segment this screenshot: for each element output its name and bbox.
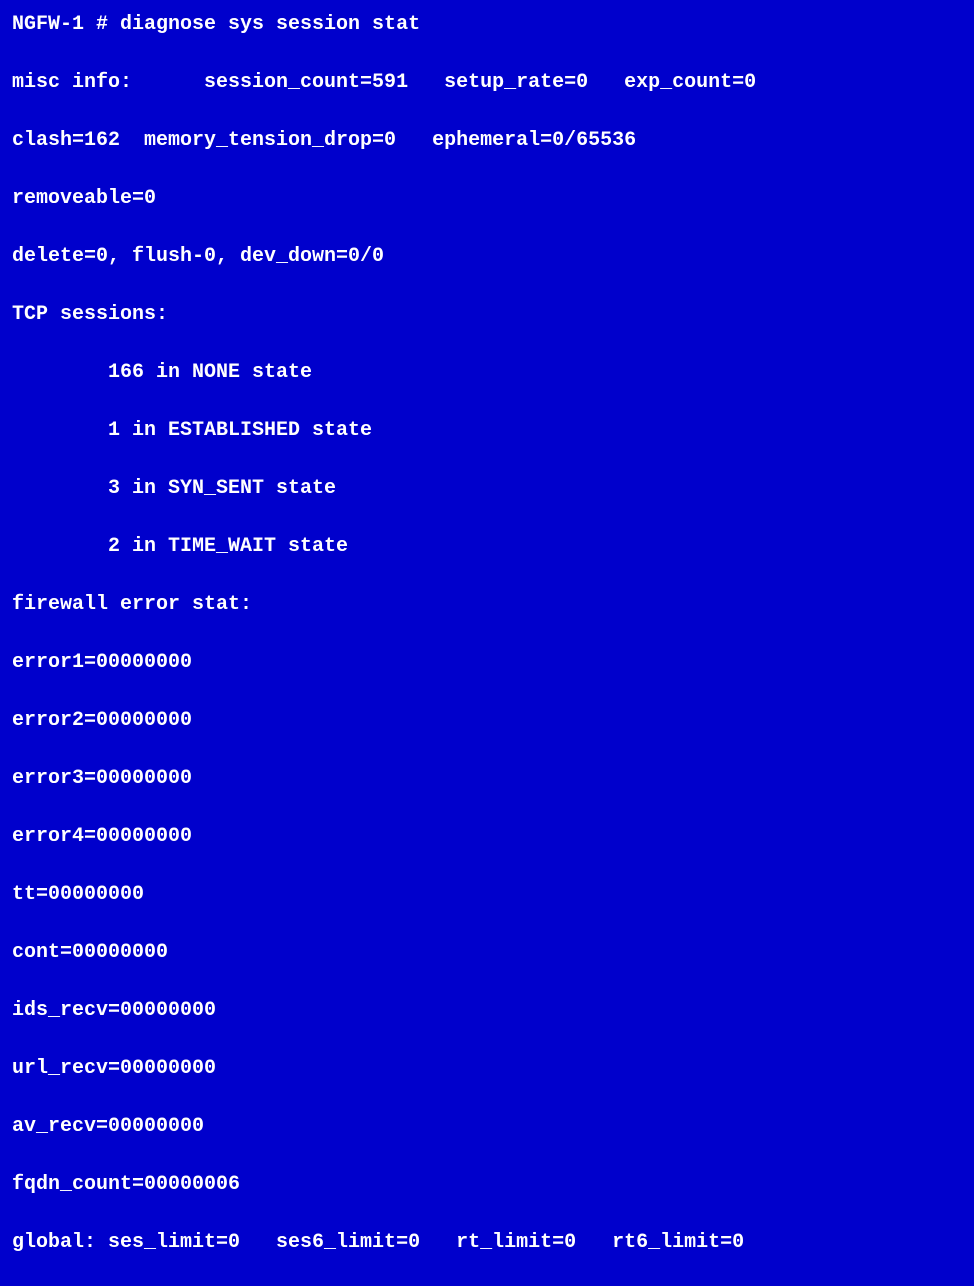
terminal-line: fqdn_count=00000006 [12, 1170, 962, 1199]
terminal-line: tt=00000000 [12, 880, 962, 909]
terminal-output: NGFW-1 # diagnose sys session stat misc … [0, 0, 974, 812]
terminal-line: firewall error stat: [12, 590, 962, 619]
terminal-line: misc info: session_count=591 setup_rate=… [12, 68, 962, 97]
terminal-line: url_recv=00000000 [12, 1054, 962, 1083]
terminal-line: clash=162 memory_tension_drop=0 ephemera… [12, 126, 962, 155]
terminal-line: removeable=0 [12, 184, 962, 213]
terminal-line: error1=00000000 [12, 648, 962, 677]
terminal-line: 1 in ESTABLISHED state [12, 416, 962, 445]
terminal-line: 166 in NONE state [12, 358, 962, 387]
terminal-line: NGFW-1 # diagnose sys session stat [12, 10, 962, 39]
terminal-line: 3 in SYN_SENT state [12, 474, 962, 503]
terminal-line: cont=00000000 [12, 938, 962, 967]
terminal-line: av_recv=00000000 [12, 1112, 962, 1141]
terminal-line: delete=0, flush-0, dev_down=0/0 [12, 242, 962, 271]
terminal-line: error4=00000000 [12, 822, 962, 851]
terminal-line: TCP sessions: [12, 300, 962, 329]
terminal-line: error3=00000000 [12, 764, 962, 793]
terminal-line: ids_recv=00000000 [12, 996, 962, 1025]
terminal-line: 2 in TIME_WAIT state [12, 532, 962, 561]
terminal-line: global: ses_limit=0 ses6_limit=0 rt_limi… [12, 1228, 962, 1257]
terminal-line: error2=00000000 [12, 706, 962, 735]
